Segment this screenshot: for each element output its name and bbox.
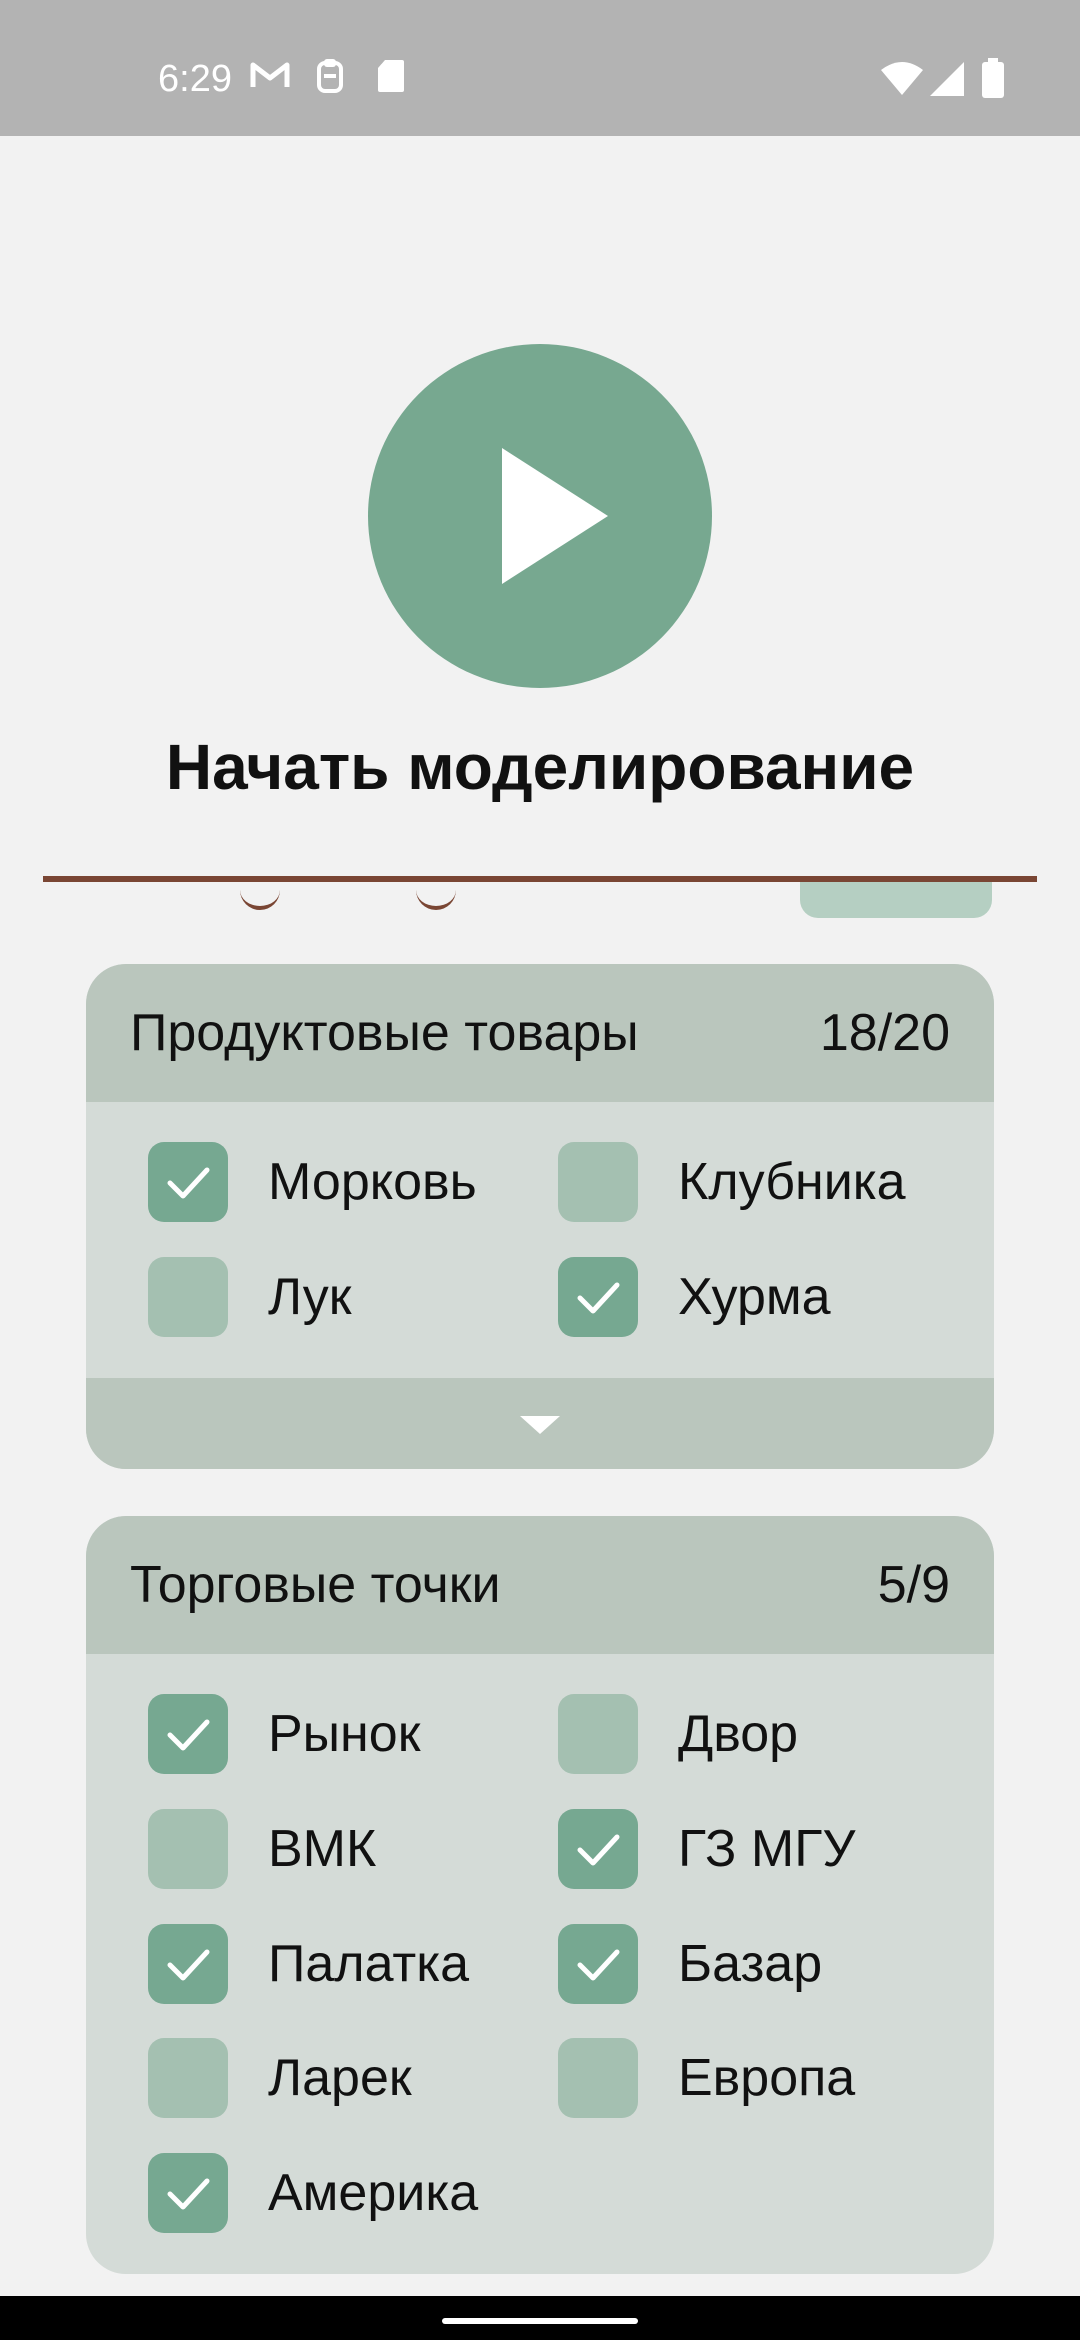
checkbox-unchecked[interactable] [558,2038,638,2118]
play-button[interactable] [368,344,712,688]
start-simulation-title[interactable]: Начать моделирование [0,730,1080,804]
signal-icon [930,62,964,101]
checkbox-checked[interactable] [558,1257,638,1337]
gmail-icon [250,60,290,95]
home-gesture-handle[interactable] [442,2318,638,2324]
check-icon [167,1167,210,1199]
item-label: Базар [678,1935,823,1993]
check-icon [167,1719,210,1751]
item-label: Палатка [268,1935,470,1993]
chevron-down-icon [520,1416,560,1434]
item-label: Лук [268,1268,352,1326]
scrolled-content-peek [416,880,456,910]
outlets-card-header[interactable]: Торговые точки 5/9 [86,1516,994,1654]
play-icon [502,448,608,584]
item-label: ВМК [268,1820,377,1878]
products-card-header[interactable]: Продуктовые товары 18/20 [86,964,994,1102]
item-label: Ларек [268,2049,412,2107]
wifi-icon [880,62,924,101]
checkbox-checked[interactable] [148,1142,228,1222]
battery-icon [982,58,1004,103]
check-icon [577,1834,620,1866]
checkbox-unchecked[interactable] [148,2038,228,2118]
checkbox-unchecked[interactable] [558,1694,638,1774]
clipboard-icon [316,58,344,99]
outlets-title: Торговые точки [130,1556,501,1614]
item-label: Америка [268,2164,479,2222]
item-label: Рынок [268,1705,421,1763]
item-label: Клубника [678,1153,906,1211]
checkbox-checked[interactable] [148,1694,228,1774]
checkbox-unchecked[interactable] [148,1809,228,1889]
outlets-count: 5/9 [877,1556,950,1614]
check-icon [577,1949,620,1981]
expand-button[interactable] [86,1378,994,1469]
outlets-card: Торговые точки 5/9 Рынок Двор ВМК ГЗ МГУ… [86,1516,994,2274]
scrolled-content-peek [240,880,280,910]
item-label: Европа [678,2049,856,2107]
checkbox-unchecked[interactable] [558,1142,638,1222]
scrolled-content-peek [800,880,992,918]
checkbox-checked[interactable] [148,1924,228,2004]
products-count: 18/20 [819,1004,950,1062]
sd-card-icon [376,58,406,99]
status-time: 6:29 [158,58,232,100]
checkbox-checked[interactable] [148,2153,228,2233]
item-label: Двор [678,1705,799,1763]
checkbox-checked[interactable] [558,1924,638,2004]
item-label: Хурма [678,1268,831,1326]
check-icon [167,1949,210,1981]
products-card: Продуктовые товары 18/20 Морковь Клубник… [86,964,994,1469]
item-label: Морковь [268,1153,477,1211]
products-title: Продуктовые товары [130,1004,639,1062]
status-bar: 6:29 [0,0,1080,136]
check-icon [577,1282,620,1314]
item-label: ГЗ МГУ [678,1820,856,1878]
checkbox-unchecked[interactable] [148,1257,228,1337]
check-icon [167,2178,210,2210]
checkbox-checked[interactable] [558,1809,638,1889]
divider [43,876,1037,882]
